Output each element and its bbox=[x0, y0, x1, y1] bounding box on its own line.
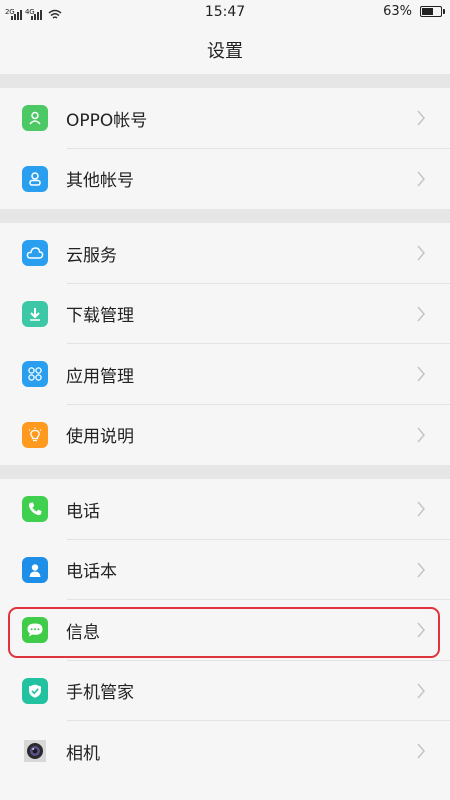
settings-item-label: 使用说明 bbox=[66, 427, 134, 448]
page-title: 设置 bbox=[207, 41, 243, 62]
chevron-right-icon bbox=[417, 245, 425, 261]
camera-icon bbox=[22, 738, 48, 764]
settings-item-contacts[interactable]: 电话本 bbox=[0, 540, 450, 601]
chevron-right-icon bbox=[417, 501, 425, 517]
settings-item-user-guide[interactable]: 使用说明 bbox=[0, 405, 450, 466]
chevron-right-icon bbox=[417, 306, 425, 322]
settings-item-label: 电话 bbox=[66, 501, 100, 522]
bulb-icon bbox=[22, 421, 48, 448]
message-icon bbox=[22, 617, 48, 644]
settings-item-label: 信息 bbox=[66, 622, 100, 643]
chevron-right-icon bbox=[417, 366, 425, 382]
settings-item-label: 相机 bbox=[66, 743, 100, 764]
section-divider bbox=[0, 465, 450, 479]
section-divider bbox=[0, 209, 450, 223]
contacts-icon bbox=[22, 556, 48, 583]
battery-icon bbox=[420, 6, 445, 17]
chevron-right-icon bbox=[417, 171, 425, 187]
settings-item-phone-manager[interactable]: 手机管家 bbox=[0, 661, 450, 722]
chevron-right-icon bbox=[417, 622, 425, 638]
settings-item-label: 手机管家 bbox=[66, 683, 134, 704]
section-divider bbox=[0, 74, 450, 88]
settings-item-oppo-account[interactable]: OPPO帐号 bbox=[0, 88, 450, 149]
settings-item-label: 应用管理 bbox=[66, 366, 134, 387]
apps-icon bbox=[22, 361, 48, 388]
chevron-right-icon bbox=[417, 110, 425, 126]
download-icon bbox=[22, 300, 48, 327]
account-icon bbox=[22, 105, 48, 132]
settings-item-label: OPPO帐号 bbox=[66, 110, 148, 131]
chevron-right-icon bbox=[417, 683, 425, 699]
settings-item-other-accounts[interactable]: 其他帐号 bbox=[0, 149, 450, 210]
settings-item-label: 云服务 bbox=[66, 245, 117, 266]
apps-section: 电话 电话本 信息 手机管家 相机 bbox=[0, 479, 450, 782]
chevron-right-icon bbox=[417, 427, 425, 443]
shield-icon bbox=[22, 677, 48, 704]
services-section: 云服务 下载管理 应用管理 使用说明 bbox=[0, 223, 450, 465]
settings-item-phone[interactable]: 电话 bbox=[0, 479, 450, 540]
user-icon bbox=[22, 165, 48, 192]
cloud-icon bbox=[22, 240, 48, 267]
settings-item-cloud-service[interactable]: 云服务 bbox=[0, 223, 450, 284]
settings-item-camera[interactable]: 相机 bbox=[0, 721, 450, 782]
settings-item-download-manager[interactable]: 下载管理 bbox=[0, 284, 450, 345]
chevron-right-icon bbox=[417, 562, 425, 578]
battery-percent: 63% bbox=[383, 4, 412, 19]
account-section: OPPO帐号 其他帐号 bbox=[0, 88, 450, 209]
status-bar: 2G 4G 15:47 63% bbox=[0, 0, 450, 26]
settings-item-label: 电话本 bbox=[66, 562, 117, 583]
settings-item-label: 下载管理 bbox=[66, 306, 134, 327]
settings-item-label: 其他帐号 bbox=[66, 171, 134, 192]
chevron-right-icon bbox=[417, 743, 425, 759]
settings-screen: 2G 4G 15:47 63% 设置 OPPO帐号 其他帐号 云服务 下载管理 … bbox=[0, 0, 450, 800]
settings-item-app-manager[interactable]: 应用管理 bbox=[0, 344, 450, 405]
phone-icon bbox=[22, 496, 48, 523]
header: 设置 bbox=[0, 26, 450, 74]
settings-item-messages[interactable]: 信息 bbox=[0, 600, 450, 661]
